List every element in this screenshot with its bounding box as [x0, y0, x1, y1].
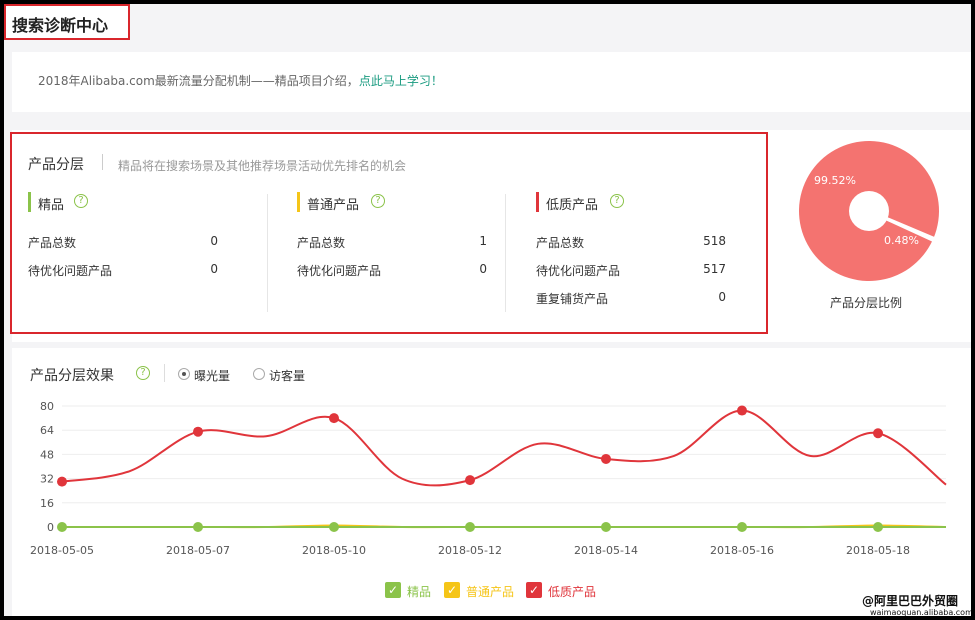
y-tick-label: 0: [47, 521, 54, 534]
x-tick-label: 2018-05-12: [438, 544, 502, 557]
y-tick-label: 16: [40, 497, 54, 510]
watermark-text: @阿里巴巴外贸圈: [862, 594, 959, 608]
data-point: [329, 522, 339, 532]
check-icon: ✓: [385, 582, 401, 598]
data-point: [601, 453, 611, 464]
x-tick-label: 2018-05-05: [30, 544, 94, 557]
series-line: [61, 409, 947, 487]
data-point: [57, 476, 67, 487]
x-tick-label: 2018-05-14: [574, 544, 638, 557]
data-point: [873, 522, 883, 532]
data-point: [737, 405, 747, 416]
page-body: 搜索诊断中心 2018年Alibaba.com最新流量分配机制——精品项目介绍，…: [4, 4, 971, 616]
check-icon: ✓: [444, 582, 460, 598]
tier-effect-chart: 80 64 48 32 16 0 2018-05-05 2018-05-07 2018-05-1…: [30, 400, 947, 557]
screenshot-frame: 搜索诊断中心 2018年Alibaba.com最新流量分配机制——精品项目介绍，…: [0, 0, 975, 620]
data-point: [465, 475, 475, 486]
y-tick-label: 64: [40, 424, 54, 437]
data-point: [873, 428, 883, 439]
y-tick-label: 32: [40, 473, 54, 486]
data-point: [193, 426, 203, 437]
legend-label: 低质产品: [548, 585, 597, 599]
legend-label: 精品: [407, 585, 432, 599]
x-tick-label: 2018-05-18: [846, 544, 910, 557]
data-point: [329, 413, 339, 424]
x-tick-label: 2018-05-16: [710, 544, 774, 557]
data-point: [57, 522, 67, 532]
data-point: [465, 522, 475, 532]
y-tick-label: 48: [40, 448, 54, 461]
data-point: [193, 522, 203, 532]
legend-label: 普通产品: [466, 585, 515, 599]
check-icon: ✓: [526, 582, 542, 598]
x-tick-label: 2018-05-10: [302, 544, 366, 557]
x-tick-label: 2018-05-07: [166, 544, 230, 557]
watermark-url: waimaoquan.alibaba.com: [870, 608, 971, 616]
data-point: [601, 522, 611, 532]
data-point: [737, 522, 747, 532]
y-tick-label: 80: [40, 400, 54, 413]
